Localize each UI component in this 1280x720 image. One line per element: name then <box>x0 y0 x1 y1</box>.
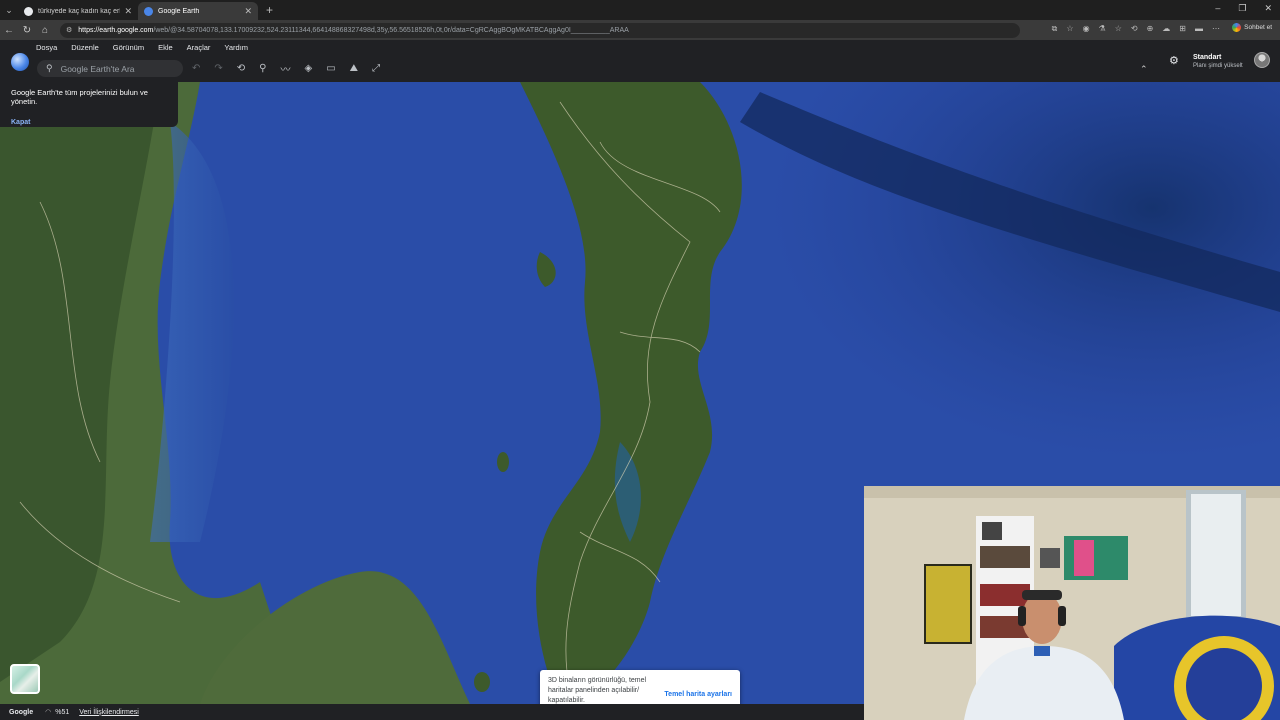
tab-title: türkiyede kaç kadın kaç erkek var - <box>38 7 120 15</box>
data-attribution-link[interactable]: Veri İlişkilendirmesi <box>79 709 139 716</box>
menu-tools[interactable]: Araçlar <box>187 43 211 52</box>
bookmark-star-icon[interactable]: ☆ <box>1066 24 1073 34</box>
google-logo: Google <box>9 708 34 716</box>
more-icon[interactable]: ⋯ <box>1212 24 1220 34</box>
extension-icon[interactable]: ⊞ <box>1179 24 1186 34</box>
settings-icon[interactable]: ⚙ <box>1169 54 1179 67</box>
image-overlay-icon[interactable]: ⛰ <box>350 63 358 74</box>
menu-help[interactable]: Yardım <box>224 43 248 52</box>
reload-icon[interactable]: ↻ <box>18 25 36 36</box>
plan-title: Standart <box>1193 54 1222 61</box>
site-info-icon[interactable]: ⚙ <box>66 26 72 34</box>
menu-file[interactable]: Dosya <box>36 43 57 52</box>
browser-tab-active[interactable]: Google Earth ✕ <box>138 2 258 20</box>
extension-icon[interactable]: ☁ <box>1162 24 1170 34</box>
new-tab-icon[interactable]: + <box>266 3 273 17</box>
layers-icon[interactable]: ◈ <box>305 63 313 74</box>
globe-icon[interactable] <box>11 53 29 71</box>
browser-tab-bar: ⌄ türkiyede kaç kadın kaç erkek var - ✕ … <box>0 0 1280 20</box>
tab-close-icon[interactable]: ✕ <box>124 6 132 17</box>
google-earth-favicon-icon <box>144 6 153 16</box>
chat-label: Sohbet et <box>1244 24 1272 31</box>
extension-icon[interactable]: ⊕ <box>1147 24 1154 34</box>
home-icon[interactable]: ⌂ <box>36 25 54 36</box>
basemap-layers-button[interactable] <box>10 664 40 694</box>
menu-bar: Dosya Düzenle Görünüm Ekle Araçlar Yardı… <box>36 43 262 52</box>
plan-upgrade: Planı şimdi yükselt <box>1193 63 1243 69</box>
close-window-icon[interactable]: ✕ <box>1264 3 1272 14</box>
extension-icon[interactable]: ⟲ <box>1131 24 1138 34</box>
undo-icon[interactable]: ↶ <box>192 63 200 74</box>
history-icon[interactable]: ⟲ <box>237 63 245 74</box>
toast-message: 3D binaların görünürlüğü, temel haritala… <box>548 677 647 704</box>
tab-close-icon[interactable]: ✕ <box>244 6 252 17</box>
measure-icon[interactable]: ⤢ <box>372 63 380 74</box>
minimize-icon[interactable]: – <box>1215 3 1220 14</box>
menu-edit[interactable]: Düzenle <box>71 43 99 52</box>
search-input[interactable]: ⚲ Google Earth'te Ara <box>37 60 183 77</box>
tab-title: Google Earth <box>158 7 200 15</box>
menu-view[interactable]: Görünüm <box>113 43 144 52</box>
close-tip-button[interactable]: Kapat <box>11 119 167 126</box>
tab-favicon-icon <box>24 6 33 16</box>
ruler-icon[interactable]: ▭ <box>326 63 335 74</box>
avatar[interactable] <box>1254 52 1270 68</box>
gemini-icon <box>1232 23 1242 32</box>
tab-search-icon[interactable]: ⌄ <box>0 0 18 20</box>
restore-icon[interactable]: ❐ <box>1238 3 1246 14</box>
browser-address-bar: ← ↻ ⌂ ⚙ https://earth.google.com /web/@3… <box>0 20 1280 40</box>
projects-tip-card: Google Earth'te tüm projelerinizi bulun … <box>0 82 178 127</box>
extension-icon[interactable]: ☆ <box>1115 24 1122 34</box>
back-icon[interactable]: ← <box>0 25 18 36</box>
extension-icon[interactable]: ⚗ <box>1099 24 1106 34</box>
path-icon[interactable]: 〰 <box>281 61 291 76</box>
loading-percent: %51 <box>55 708 70 716</box>
plan-info[interactable]: Standart Planı şimdi yükselt <box>1193 53 1243 71</box>
webcam-overlay <box>864 486 1280 720</box>
menu-add[interactable]: Ekle <box>158 43 173 52</box>
browser-tab[interactable]: türkiyede kaç kadın kaç erkek var - ✕ <box>18 2 138 20</box>
search-icon: ⚲ <box>46 63 53 73</box>
url-field[interactable]: ⚙ https://earth.google.com /web/@34.5870… <box>60 22 1020 38</box>
extension-icons: ⧉ ☆ ◉ ⚗ ☆ ⟲ ⊕ ☁ ⊞ ▬ ⋯ <box>1052 24 1220 34</box>
install-icon[interactable]: ⧉ <box>1052 24 1058 34</box>
extension-icon[interactable]: ◉ <box>1083 24 1090 34</box>
window-controls: – ❐ ✕ <box>1215 3 1272 14</box>
url-host: https://earth.google.com <box>78 26 154 34</box>
placemark-icon[interactable]: ⚲ <box>259 63 266 74</box>
url-path: /web/@34.58704078,133.17009232,524.23111… <box>153 26 629 34</box>
search-placeholder: Google Earth'te Ara <box>60 63 135 74</box>
toolbar: ↶ ↷ ⟲ ⚲ 〰 ◈ ▭ ⛰ ⤢ <box>192 61 394 76</box>
gemini-chat-button[interactable]: Sohbet et <box>1232 23 1272 32</box>
redo-icon[interactable]: ↷ <box>214 63 222 74</box>
collapse-icon[interactable]: ⌃ <box>1140 64 1148 75</box>
projects-tip-text: Google Earth'te tüm projelerinizi bulun … <box>11 88 148 106</box>
extension-icon[interactable]: ▬ <box>1195 24 1203 34</box>
earth-header: Dosya Düzenle Görünüm Ekle Araçlar Yardı… <box>0 40 1280 82</box>
webcam-feed <box>864 486 1280 720</box>
loading-spinner-icon: ◠ <box>45 709 52 716</box>
